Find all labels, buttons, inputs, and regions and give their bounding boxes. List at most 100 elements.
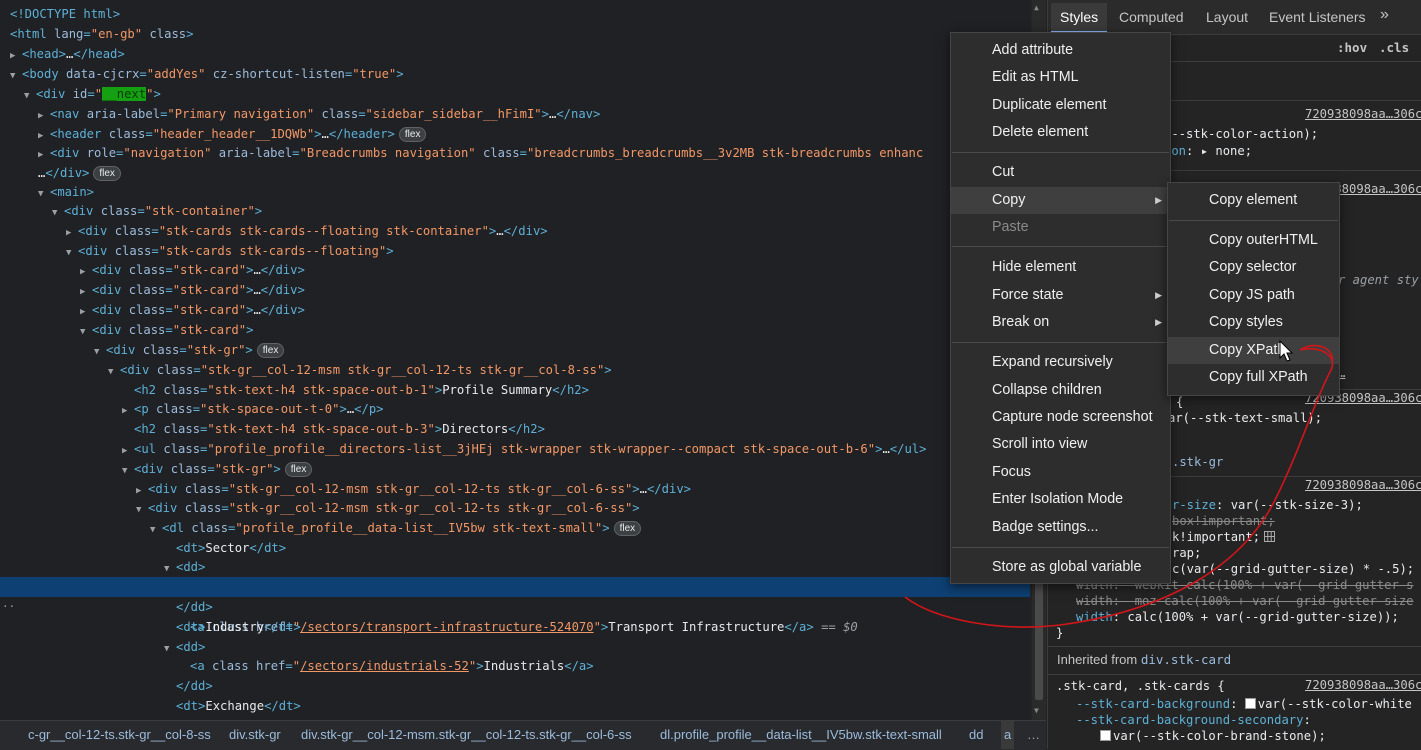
expand-triangle-icon[interactable]: ▶	[38, 106, 50, 126]
menu-item-copy-element[interactable]: Copy element	[1168, 187, 1339, 214]
breadcrumb-item-active[interactable]: a	[1001, 721, 1015, 749]
tree-node-stk-card[interactable]: ▶ <div class="stk-card">…</div>	[80, 280, 305, 300]
expand-triangle-icon[interactable]: ▶	[80, 302, 92, 322]
expand-triangle-icon[interactable]: ▶	[80, 282, 92, 302]
menu-item-enter-isolation-mode[interactable]: Enter Isolation Mode	[951, 486, 1170, 513]
inherited-from-link[interactable]: div.stk-card	[1141, 652, 1231, 667]
grid-editor-icon[interactable]	[1264, 531, 1276, 542]
flex-badge[interactable]: flex	[613, 521, 642, 536]
collapse-triangle-icon[interactable]: ▼	[150, 520, 162, 540]
expand-triangle-icon[interactable]: ▶	[80, 262, 92, 282]
tree-node-html[interactable]: <html lang="en-gb" class>	[10, 24, 193, 44]
tree-node-stk-card[interactable]: ▶ <div class="stk-card">…</div>	[80, 260, 305, 280]
menu-item-store-as-global-variable[interactable]: Store as global variable	[951, 554, 1170, 581]
inherited-selector[interactable]: .stk-gr	[1172, 454, 1223, 471]
collapse-triangle-icon[interactable]: ▼	[136, 500, 148, 520]
menu-item-copy[interactable]: Copy ▶	[951, 187, 1170, 214]
menu-item-copy-full-xpath[interactable]: Copy full XPath	[1168, 364, 1339, 391]
collapse-triangle-icon[interactable]: ▼	[164, 559, 176, 579]
menu-item-badge-settings[interactable]: Badge settings...	[951, 514, 1170, 541]
tree-node-stk-cards-1[interactable]: ▶ <div class="stk-cards stk-cards--floati…	[66, 221, 548, 241]
menu-item-copy-styles[interactable]: Copy styles	[1168, 309, 1339, 336]
breadcrumb-more[interactable]: …	[1027, 721, 1040, 749]
tree-node-dd-2-close[interactable]: </dd>	[176, 676, 213, 696]
tree-node-stk-card[interactable]: ▶ <div class="stk-card">…</div>	[80, 300, 305, 320]
collapse-triangle-icon[interactable]: ▼	[80, 322, 92, 342]
tree-node-body[interactable]: ▼ <body data-cjcrx="addYes" cz-shortcut-l…	[10, 64, 404, 84]
tree-node-header[interactable]: ▶ <header class="header_header__1DQWb">…<…	[38, 124, 427, 144]
menu-item-capture-node-screenshot[interactable]: Capture node screenshot	[951, 404, 1170, 431]
tree-node-dd[interactable]: ▼ <dd>	[164, 557, 205, 577]
style-source-link[interactable]: 720938098aa…306c	[1305, 478, 1421, 492]
tree-node-a-industrials[interactable]: <a class href="/sectors/industrials-52">…	[190, 656, 594, 676]
menu-item-focus[interactable]: Focus	[951, 459, 1170, 486]
tab-layout[interactable]: Layout	[1206, 9, 1248, 25]
breadcrumb-item[interactable]: div.stk-gr__col-12-msm.stk-gr__col-12-ts…	[301, 721, 632, 749]
tree-node-dt-sector[interactable]: <dt>Sector</dt>	[164, 538, 286, 558]
flex-badge[interactable]: flex	[398, 127, 427, 142]
tree-node-head[interactable]: ▶ <head>…</head>	[10, 44, 125, 64]
class-toggle[interactable]: .cls	[1379, 40, 1409, 55]
color-swatch-icon[interactable]	[1244, 698, 1256, 709]
menu-item-scroll-into-view[interactable]: Scroll into view	[951, 431, 1170, 458]
menu-item-force-state[interactable]: Force state ▶	[951, 282, 1170, 309]
tree-node-breadcrumbs-close[interactable]: …</div> flex	[38, 163, 121, 183]
tree-node-stk-container[interactable]: ▼ <div class="stk-container">	[52, 201, 262, 221]
style-source-link[interactable]: 720938098aa…306c	[1305, 678, 1421, 692]
collapse-triangle-icon[interactable]: ▼	[122, 461, 134, 481]
expand-triangle-icon[interactable]: ▶	[10, 46, 22, 66]
tree-node-h2-profile[interactable]: <h2 class="stk-text-h4 stk-space-out-b-1…	[122, 380, 589, 400]
tree-node-dd-close[interactable]: </dd>	[176, 597, 213, 617]
menu-item-duplicate-element[interactable]: Duplicate element	[951, 92, 1170, 119]
tree-node-col-8[interactable]: ▼ <div class="stk-gr__col-12-msm stk-gr__…	[108, 360, 612, 380]
menu-item-hide-element[interactable]: Hide element	[951, 254, 1170, 281]
style-source-link[interactable]: 720938098aa…306c	[1305, 107, 1421, 121]
expand-triangle-icon[interactable]: ▶	[38, 145, 50, 165]
tree-node-dl[interactable]: ▼ <dl class="profile_profile__data-list__…	[150, 518, 642, 540]
tree-node-breadcrumbs-div[interactable]: ▶ <div role="navigation" aria-label="Brea…	[38, 143, 923, 163]
breadcrumb-item[interactable]: dd	[969, 721, 983, 749]
menu-item-break-on[interactable]: Break on ▶	[951, 309, 1170, 336]
collapse-triangle-icon[interactable]: ▼	[10, 66, 22, 86]
expand-triangle-icon[interactable]: ▶	[66, 223, 78, 243]
collapse-triangle-icon[interactable]: ▼	[52, 203, 64, 223]
tree-node-col-6-a[interactable]: ▶ <div class="stk-gr__col-12-msm stk-gr__…	[136, 479, 691, 499]
tree-node-stk-gr[interactable]: ▼ <div class="stk-gr"> flex	[94, 340, 285, 362]
collapse-triangle-icon[interactable]: ▼	[164, 639, 176, 659]
tab-event-listeners[interactable]: Event Listeners	[1269, 9, 1366, 25]
flex-badge[interactable]: flex	[93, 166, 121, 181]
tree-node-dd-2[interactable]: ▼ <dd>	[164, 637, 205, 657]
collapse-triangle-icon[interactable]: ▼	[108, 362, 120, 382]
menu-item-copy-js-path[interactable]: Copy JS path	[1168, 282, 1339, 309]
collapse-triangle-icon[interactable]: ▼	[94, 342, 106, 362]
breadcrumb-item[interactable]: div.stk-gr	[229, 721, 281, 749]
menu-item-copy-xpath[interactable]: Copy XPath	[1168, 337, 1339, 364]
tab-computed[interactable]: Computed	[1119, 9, 1184, 25]
menu-item-delete-element[interactable]: Delete element	[951, 119, 1170, 146]
tree-node-stk-card-open[interactable]: ▼ <div class="stk-card">	[80, 320, 253, 340]
tree-node-p[interactable]: ▶ <p class="stk-space-out-t-0">…</p>	[122, 399, 384, 419]
collapse-triangle-icon[interactable]: ▼	[38, 184, 50, 204]
menu-item-expand-recursively[interactable]: Expand recursively	[951, 349, 1170, 376]
tab-styles[interactable]: Styles	[1051, 3, 1108, 33]
tree-node-nav[interactable]: ▶ <nav aria-label="Primary navigation" cl…	[38, 104, 600, 124]
selected-tree-row[interactable]: ·· <a class href="/sectors/transport-inf…	[0, 577, 1030, 634]
tree-node-doctype[interactable]: <!DOCTYPE html>	[10, 4, 120, 24]
menu-item-edit-as-html[interactable]: Edit as HTML	[951, 64, 1170, 91]
collapse-triangle-icon[interactable]: ▼	[66, 243, 78, 263]
tree-node-ul[interactable]: ▶ <ul class="profile_profile__directors-l…	[122, 439, 926, 459]
menu-item-add-attribute[interactable]: Add attribute	[951, 37, 1170, 64]
breadcrumb-item[interactable]: dl.profile_profile__data-list__IV5bw.stk…	[660, 721, 942, 749]
more-tabs-chevron-icon[interactable]: »	[1380, 6, 1389, 24]
tree-node-stk-gr-2[interactable]: ▼ <div class="stk-gr"> flex	[122, 459, 313, 481]
hover-state-toggle[interactable]: :hov	[1337, 40, 1367, 55]
flex-badge[interactable]: flex	[256, 343, 285, 358]
expand-triangle-icon[interactable]: ▶	[122, 401, 134, 421]
tree-node-stk-cards-2[interactable]: ▼ <div class="stk-cards stk-cards--floati…	[66, 241, 394, 261]
rule-selector[interactable]: .stk-card, .stk-cards {	[1056, 678, 1225, 695]
menu-item-collapse-children[interactable]: Collapse children	[951, 377, 1170, 404]
flex-badge[interactable]: flex	[284, 462, 313, 477]
tree-node-dt-exchange[interactable]: <dt>Exchange</dt>	[164, 696, 301, 716]
menu-item-copy-selector[interactable]: Copy selector	[1168, 254, 1339, 281]
scroll-down-arrow-icon[interactable]: ▼	[1034, 706, 1039, 715]
